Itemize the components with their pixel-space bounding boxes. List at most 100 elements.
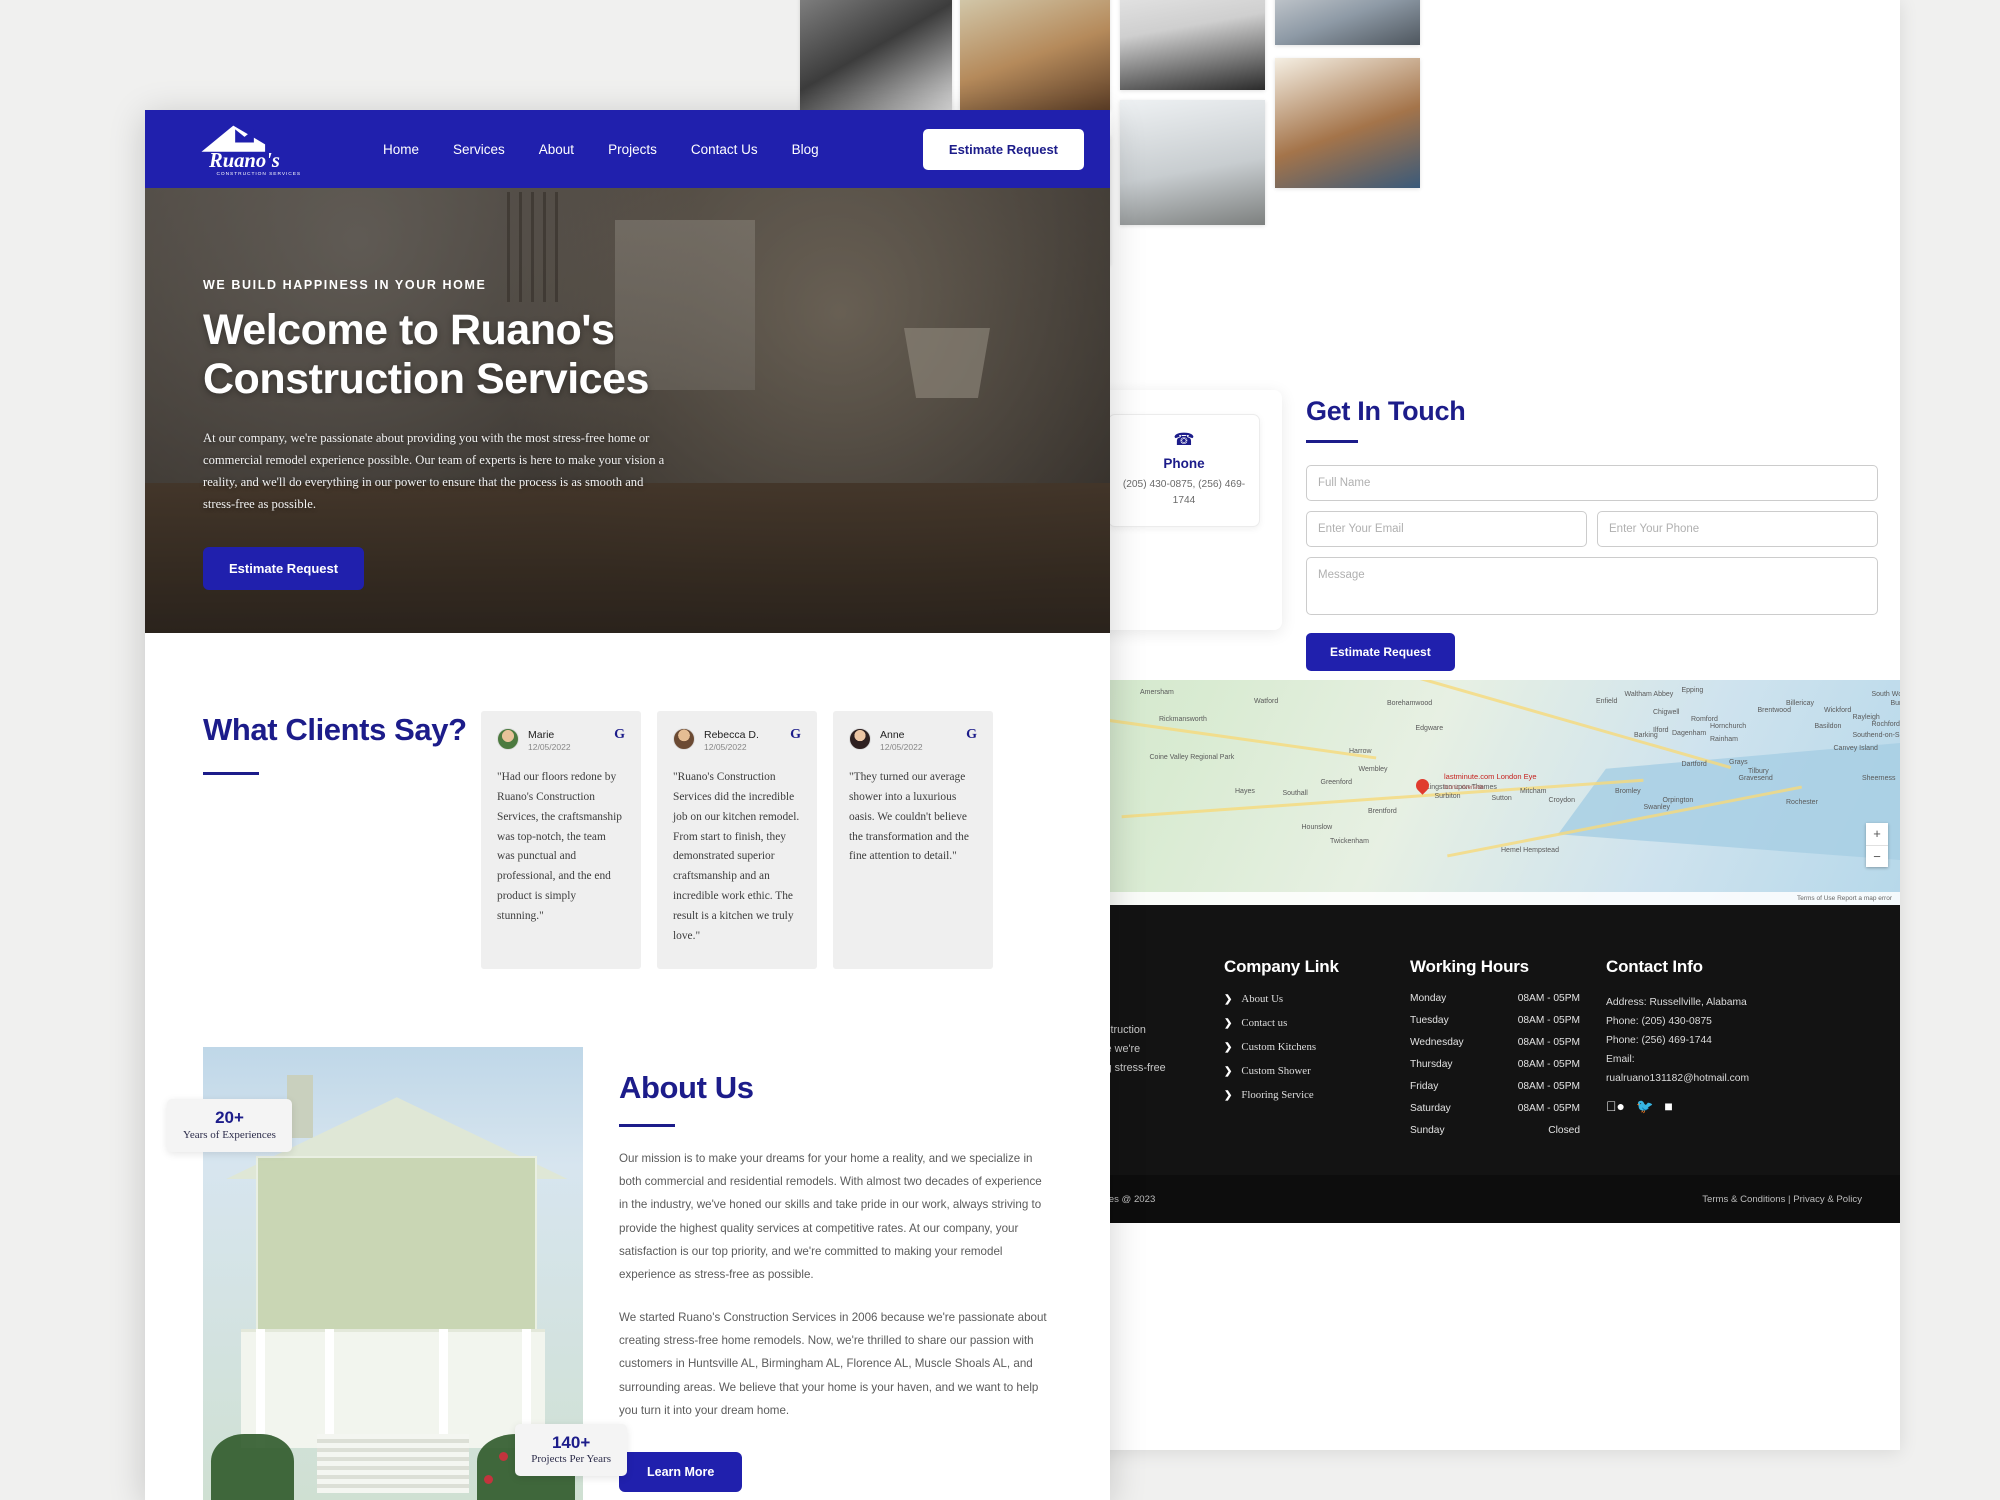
footer-link-item[interactable]: ❯ Custom Shower [1224, 1065, 1384, 1077]
contact-form: Get In Touch Estimate Request [1306, 390, 1878, 671]
map-place-label: Rainham [1710, 736, 1739, 744]
hours-value: 08AM - 05PM [1517, 1103, 1580, 1114]
message-textarea[interactable] [1306, 557, 1878, 615]
map-place-label: Coine Valley Regional Park [1149, 754, 1235, 762]
hero-description: At our company, we're passionate about p… [203, 431, 665, 512]
estimate-request-submit-button[interactable]: Estimate Request [1306, 633, 1455, 671]
twitter-icon[interactable]: 🐦 [1636, 1099, 1653, 1113]
navbar-estimate-request-button[interactable]: Estimate Request [922, 128, 1084, 170]
nav-link-projects[interactable]: Projects [608, 142, 657, 157]
map-place-label: Watford [1254, 698, 1279, 705]
nav-link-services[interactable]: Services [453, 142, 505, 157]
review-text: "Ruano's Construction Services did the i… [673, 770, 800, 943]
map-place-label: Swanley [1643, 803, 1670, 811]
nav-link-about[interactable]: About [539, 142, 574, 157]
gallery-image[interactable] [1275, 58, 1420, 188]
gallery-image[interactable] [1120, 100, 1265, 225]
map-place-label: Bromley [1615, 788, 1641, 795]
map-place-label: Rochester [1786, 799, 1818, 807]
about-paragraph-1: Our mission is to make your dreams for y… [619, 1151, 1042, 1281]
footer-working-hours: Working Hours Monday 08AM - 05PM Tuesday 08… [1410, 957, 1580, 1175]
nav-link-blog[interactable]: Blog [792, 142, 819, 157]
gallery-image[interactable] [1275, 0, 1420, 45]
footer-link-item[interactable]: ❯ Contact us [1224, 1017, 1384, 1029]
map-place-label: Hornchurch [1710, 722, 1747, 730]
hours-value: 08AM - 05PM [1517, 993, 1580, 1004]
review-date: 12/05/2022 [704, 742, 747, 753]
day-label: Friday [1410, 1081, 1439, 1092]
reviewer-name: Marie [528, 729, 555, 741]
map-place-label: Sheerness [1862, 774, 1896, 782]
footer-link-item[interactable]: ❯ Flooring Service [1224, 1089, 1384, 1101]
map-place-label: Wickford [1824, 707, 1852, 714]
working-hours-row: Sunday Closed [1410, 1125, 1580, 1136]
nav-link-contact-us[interactable]: Contact Us [691, 142, 758, 157]
form-title: Get In Touch [1306, 396, 1466, 426]
about-section: 20+ Years of Experiences 140+ Projects P… [145, 1029, 1110, 1500]
foreground-page-upper: Ruano's CONSTRUCTION SERVICES Home Servic… [145, 110, 1110, 1500]
hero-eyebrow: WE BUILD HAPPINESS IN YOUR HOME [203, 278, 487, 292]
map-place-label: Epping [1681, 686, 1704, 694]
day-label: Saturday [1410, 1103, 1451, 1114]
map-place-label: Amersham [1140, 689, 1174, 696]
gallery-image[interactable] [1120, 0, 1265, 90]
map-place-label: Borehamwood [1387, 700, 1433, 708]
phone-icon: ☎ [1173, 430, 1195, 449]
footer-column-title: Company Link [1224, 957, 1339, 976]
avatar [497, 728, 519, 750]
contact-card-value: (205) 430-0875, (256) 469-1744 [1122, 479, 1246, 506]
working-hours-row: Monday 08AM - 05PM [1410, 993, 1580, 1004]
gallery-image[interactable] [960, 0, 1110, 110]
testimonial-card: Marie 12/05/2022 G "Had our floors redone b… [481, 711, 641, 970]
map-place-label: Dagenham [1672, 729, 1707, 737]
map-place-label: Waltham Abbey [1624, 691, 1674, 699]
footer-address: Address: Russellville, Alabama [1606, 997, 1747, 1008]
chevron-right-icon: ❯ [1224, 1017, 1233, 1029]
hero-estimate-request-button[interactable]: Estimate Request [203, 547, 365, 591]
avatar [849, 728, 871, 750]
zoom-in-button[interactable]: + [1866, 823, 1888, 845]
footer-link-label: Contact us [1241, 1017, 1288, 1029]
testimonial-card: Rebecca D. 12/05/2022 G "Ruano's Constructi… [657, 711, 817, 970]
review-date: 12/05/2022 [880, 742, 923, 753]
heading-underline [203, 771, 259, 775]
avatar [673, 728, 695, 750]
reviewer-name: Anne [880, 729, 905, 741]
badge-projects-per-year: 140+ Projects Per Years [515, 1423, 627, 1477]
title-underline [1306, 440, 1358, 443]
nav-link-home[interactable]: Home [383, 142, 419, 157]
map-zoom-control[interactable]: + − [1866, 823, 1888, 867]
map-place-label: Grays [1729, 758, 1748, 766]
site-logo[interactable]: Ruano's CONSTRUCTION SERVICES [193, 120, 311, 178]
review-date: 12/05/2022 [528, 742, 571, 753]
email-input[interactable] [1306, 511, 1587, 547]
testimonial-card-list: Marie 12/05/2022 G "Had our floors redone b… [481, 711, 1054, 970]
map-poi-label: lastminute.com London Eye Iconic riversi… [1444, 772, 1537, 792]
linkedin-icon[interactable]: ■ [1664, 1099, 1672, 1113]
learn-more-button[interactable]: Learn More [619, 1452, 743, 1493]
map-place-label: South Woodham Ferrers [1871, 691, 1901, 699]
about-image: 20+ Years of Experiences 140+ Projects P… [167, 1047, 627, 1500]
heading-underline [619, 1123, 675, 1127]
footer-email-label: Email: [1606, 1054, 1635, 1066]
working-hours-row: Thursday 08AM - 05PM [1410, 1059, 1580, 1070]
facebook-icon[interactable]: ● [1606, 1099, 1625, 1113]
phone-input[interactable] [1597, 511, 1878, 547]
gallery-image[interactable] [800, 0, 952, 110]
map-place-label: Hemel Hempstead [1501, 846, 1559, 854]
footer-email: rualruano131182@hotmail.com [1606, 1073, 1750, 1085]
zoom-out-button[interactable]: − [1866, 845, 1888, 867]
hours-value: 08AM - 05PM [1517, 1059, 1580, 1070]
map-place-label: Chigwell [1653, 709, 1680, 717]
testimonials-section: What Clients Say? Marie 12/05/2022 G "Had o… [145, 633, 1110, 1030]
map-marker-icon[interactable] [1412, 776, 1432, 795]
working-hours-row: Tuesday 08AM - 05PM [1410, 1015, 1580, 1026]
day-label: Wednesday [1410, 1037, 1464, 1048]
full-name-input[interactable] [1306, 465, 1878, 501]
hours-value: Closed [1548, 1125, 1580, 1136]
about-paragraph-2: We started Ruano's Construction Services… [619, 1311, 1047, 1417]
footer-link-item[interactable]: ❯ Custom Kitchens [1224, 1041, 1384, 1053]
map-place-label: Brentford [1368, 808, 1397, 816]
footer-link-item[interactable]: ❯ About Us [1224, 993, 1384, 1005]
legal-links[interactable]: Terms & Conditions | Privacy & Policy [1702, 1194, 1862, 1205]
